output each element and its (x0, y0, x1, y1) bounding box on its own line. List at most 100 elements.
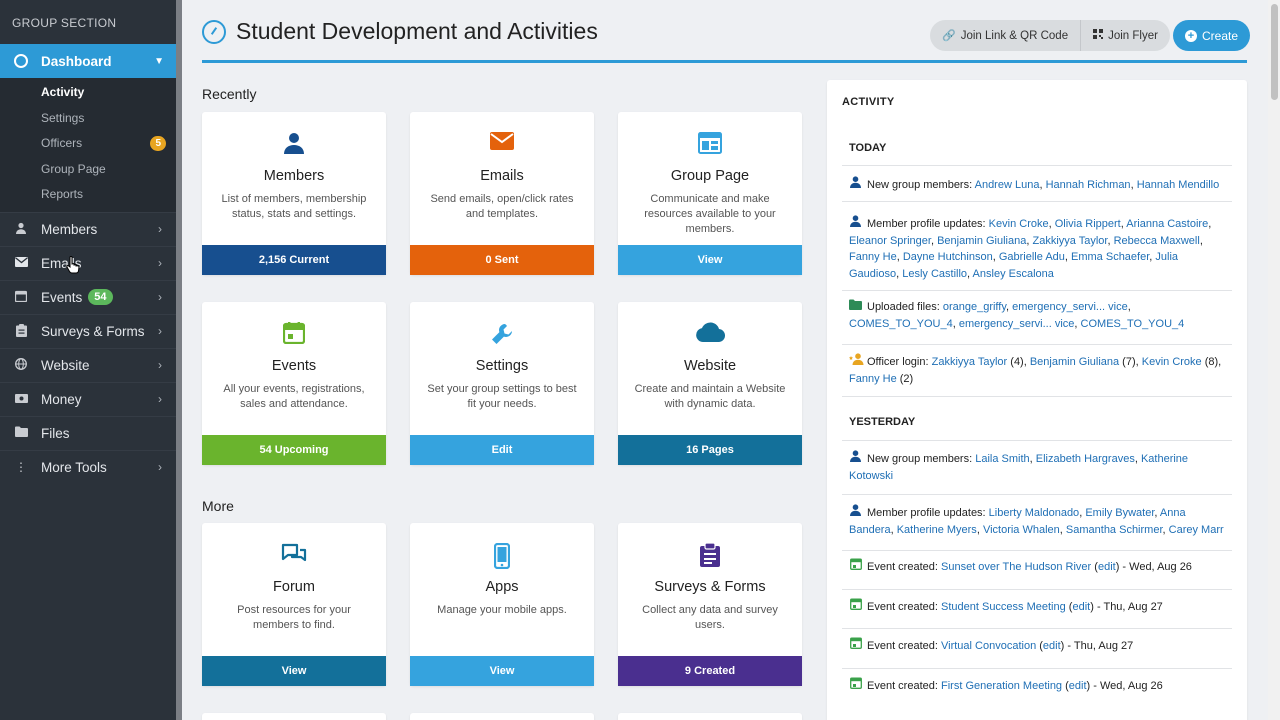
activity-link[interactable]: orange_griffy (943, 301, 1006, 313)
card-settings[interactable]: Settings Set your group settings to best … (410, 302, 594, 465)
activity-link[interactable]: emergency_servi... vice (959, 318, 1075, 330)
activity-entry: Officer login: Zakkiyya Taylor (4), Benj… (849, 353, 1229, 387)
activity-link[interactable]: Kevin Croke (1142, 356, 1202, 368)
sidebar-item-website[interactable]: Website › (0, 347, 176, 382)
sidebar-item-more-tools[interactable]: ⋮ More Tools › (0, 449, 176, 484)
activity-link[interactable]: Benjamin Giuliana (937, 235, 1026, 247)
card-action-button[interactable]: View (202, 656, 386, 686)
more-icon: ⋮ (15, 460, 27, 475)
card-events[interactable]: Events All your events, registrations, sa… (202, 302, 386, 465)
card-surveys-forms[interactable]: Surveys & Forms Collect any data and surv… (618, 523, 802, 686)
activity-link[interactable]: Arianna Castoire (1126, 218, 1208, 230)
join-link-button[interactable]: 🔗 Join Link & QR Code (930, 20, 1080, 51)
card-partial (618, 713, 802, 720)
activity-link[interactable]: edit (1072, 601, 1090, 613)
activity-link[interactable]: Emily Bywater (1085, 507, 1154, 519)
activity-link[interactable]: Olivia Rippert (1055, 218, 1121, 230)
activity-link[interactable]: Emma Schaefer (1071, 251, 1149, 263)
activity-link[interactable]: First Generation Meeting (941, 680, 1062, 692)
section-recently: Recently (202, 86, 257, 102)
share-button-group: 🔗 Join Link & QR Code Join Flyer (930, 20, 1170, 51)
sidebar-item-label: Members (41, 221, 98, 237)
card-forum[interactable]: Forum Post resources for your members to … (202, 523, 386, 686)
activity-link[interactable]: Carey Marr (1169, 524, 1224, 536)
activity-link[interactable]: Ansley Escalona (973, 268, 1054, 280)
activity-link[interactable]: Virtual Convocation (941, 640, 1036, 652)
card-apps[interactable]: Apps Manage your mobile apps. View (410, 523, 594, 686)
card-action-button[interactable]: View (618, 245, 802, 275)
card-emails[interactable]: Emails Send emails, open/click rates and … (410, 112, 594, 275)
activity-link[interactable]: Hannah Mendillo (1137, 179, 1220, 191)
card-action-button[interactable]: 54 Upcoming (202, 435, 386, 465)
webpage-icon (618, 132, 802, 158)
scrollbar-thumb[interactable] (1271, 4, 1278, 100)
events-count-badge: 54 (88, 289, 113, 306)
card-action-button[interactable]: 2,156 Current (202, 245, 386, 275)
plus-icon: + (1185, 29, 1197, 42)
activity-link[interactable]: Samantha Schirmer (1066, 524, 1163, 536)
page-scrollbar[interactable] (1268, 0, 1280, 720)
activity-link[interactable]: Fanny He (849, 373, 897, 385)
sidebar-item-events[interactable]: Events 54 › (0, 279, 176, 314)
sidebar-item-emails[interactable]: Emails › (0, 245, 176, 280)
activity-link[interactable]: Hannah Richman (1046, 179, 1131, 191)
activity-link[interactable]: Fanny He (849, 251, 897, 263)
subnav-item-officers[interactable]: Officers 5 (0, 131, 176, 157)
calendar-icon (14, 290, 28, 304)
activity-link[interactable]: Benjamin Giuliana (1030, 356, 1119, 368)
activity-link[interactable]: COMES_TO_YOU_4 (1081, 318, 1185, 330)
activity-link[interactable]: Victoria Whalen (983, 524, 1060, 536)
activity-text: ( (1036, 640, 1043, 652)
activity-link[interactable]: COMES_TO_YOU_4 (849, 318, 953, 330)
card-action-button[interactable]: View (410, 656, 594, 686)
card-members[interactable]: Members List of members, membership statu… (202, 112, 386, 275)
card-group-page[interactable]: Group Page Communicate and make resources… (618, 112, 802, 275)
main-content: Student Development and Activities 🔗 Joi… (182, 0, 1280, 720)
divider (842, 201, 1232, 202)
subnav-item-activity[interactable]: Activity (0, 80, 176, 106)
subnav-item-group-page[interactable]: Group Page (0, 157, 176, 183)
activity-link[interactable]: Elizabeth Hargraves (1036, 453, 1135, 465)
person-icon (202, 132, 386, 158)
sidebar-item-dashboard[interactable]: Dashboard ▼ (0, 44, 176, 78)
activity-link[interactable]: Zakkiyya Taylor (1032, 235, 1107, 247)
subnav-item-reports[interactable]: Reports (0, 182, 176, 208)
activity-link[interactable]: Student Success Meeting (941, 601, 1066, 613)
activity-link[interactable]: Eleanor Springer (849, 235, 931, 247)
activity-link[interactable]: Rebecca Maxwell (1114, 235, 1200, 247)
activity-link[interactable]: Zakkiyya Taylor (932, 356, 1008, 368)
activity-link[interactable]: Laila Smith (975, 453, 1029, 465)
activity-text: New group members: (867, 453, 976, 465)
card-description: Manage your mobile apps. (437, 604, 567, 616)
card-title: Website (683, 358, 737, 374)
folder-icon (849, 299, 862, 316)
activity-link[interactable]: Sunset over The Hudson River (941, 561, 1091, 573)
activity-link[interactable]: emergency_servi... vice (1012, 301, 1128, 313)
activity-link[interactable]: Liberty Maldonado (989, 507, 1080, 519)
activity-link[interactable]: Gabrielle Adu (999, 251, 1065, 263)
activity-text: ) - Thu, Aug 27 (1090, 601, 1163, 613)
join-flyer-button[interactable]: Join Flyer (1080, 20, 1170, 51)
card-action-button[interactable]: 16 Pages (618, 435, 802, 465)
activity-link[interactable]: Andrew Luna (975, 179, 1040, 191)
sidebar-item-money[interactable]: Money › (0, 381, 176, 416)
divider (842, 550, 1232, 551)
create-button[interactable]: + Create (1173, 20, 1251, 51)
activity-link[interactable]: edit (1043, 640, 1061, 652)
card-action-button[interactable]: 9 Created (618, 656, 802, 686)
card-action-button[interactable]: Edit (410, 435, 594, 465)
sidebar-item-members[interactable]: Members › (0, 211, 176, 246)
money-icon (14, 392, 28, 406)
card-action-button[interactable]: 0 Sent (410, 245, 594, 275)
activity-link[interactable]: edit (1069, 680, 1087, 692)
activity-link[interactable]: edit (1098, 561, 1116, 573)
activity-link[interactable]: Dayne Hutchinson (903, 251, 993, 263)
sidebar-item-surveys-forms[interactable]: Surveys & Forms › (0, 313, 176, 348)
activity-link[interactable]: Lesly Castillo (902, 268, 967, 280)
clipboard-icon (14, 324, 28, 338)
activity-link[interactable]: Katherine Myers (897, 524, 977, 536)
sidebar-item-files[interactable]: Files (0, 415, 176, 450)
subnav-item-settings[interactable]: Settings (0, 106, 176, 132)
activity-link[interactable]: Kevin Croke (989, 218, 1049, 230)
card-website[interactable]: Website Create and maintain a Website wit… (618, 302, 802, 465)
